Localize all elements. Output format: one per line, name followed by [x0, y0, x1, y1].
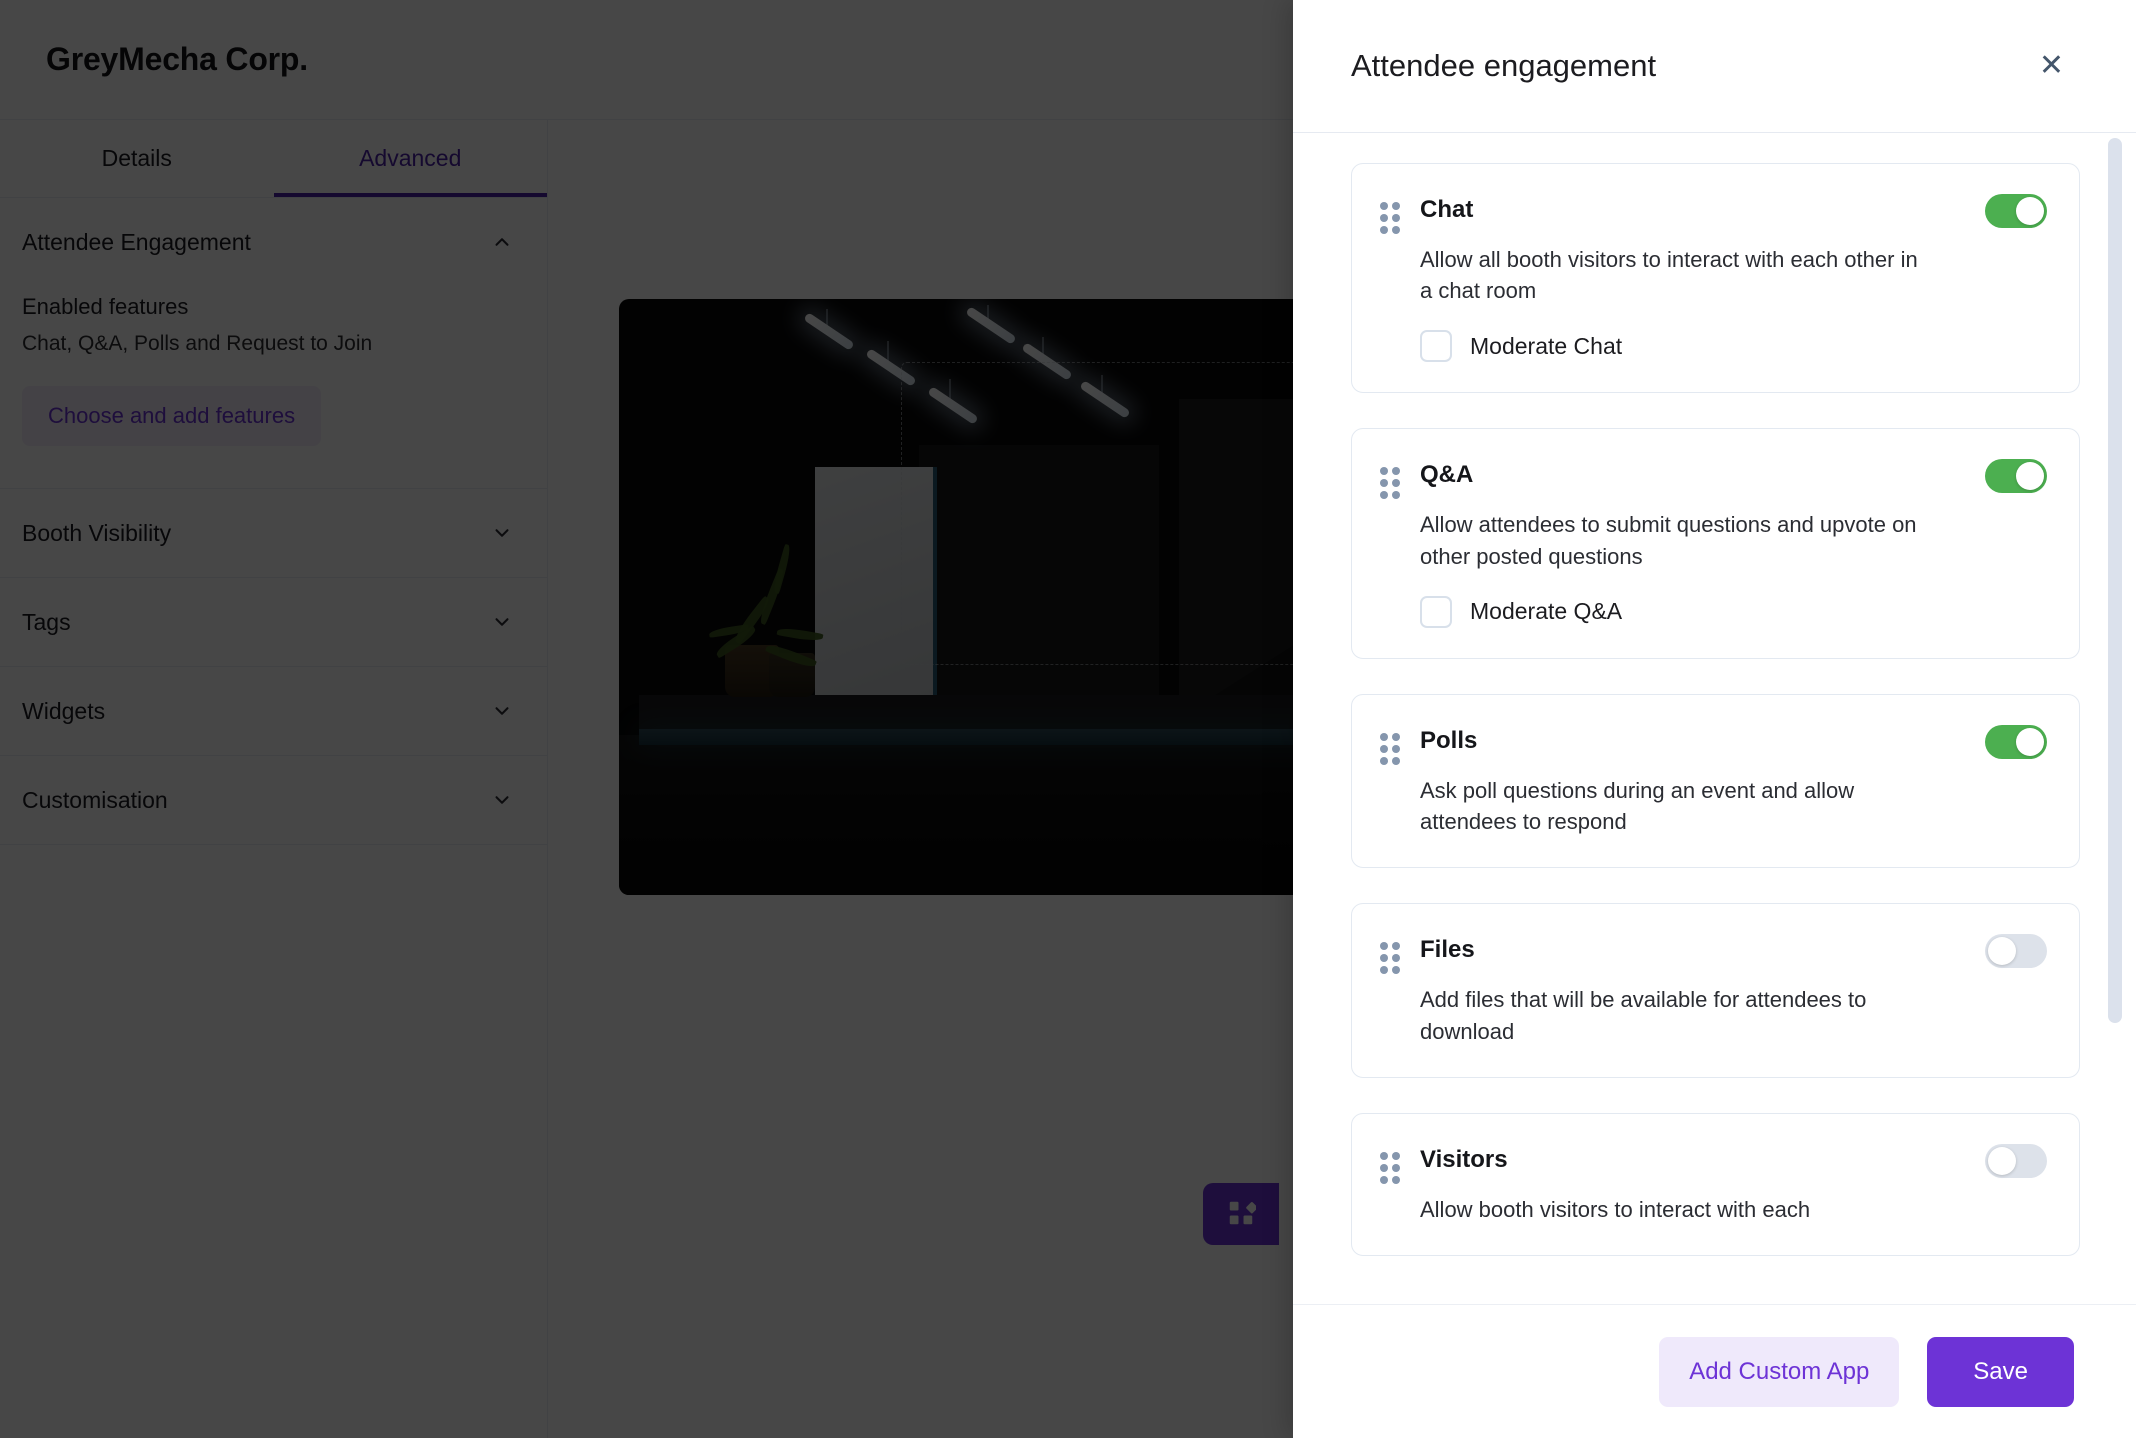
drag-handle-icon[interactable]	[1380, 1152, 1400, 1184]
moderate-qa-checkbox[interactable]	[1420, 596, 1452, 628]
feature-card-header: Files	[1420, 934, 2047, 968]
feature-card-body: Q&A Allow attendees to submit questions …	[1420, 459, 2047, 627]
feature-toggle-files[interactable]	[1985, 934, 2047, 968]
drawer-scrollbar[interactable]	[2108, 133, 2122, 1305]
feature-card-body: Visitors Allow booth visitors to interac…	[1420, 1144, 2047, 1225]
feature-card-chat: Chat Allow all booth visitors to interac…	[1351, 163, 2080, 393]
add-custom-app-button[interactable]: Add Custom App	[1659, 1337, 1899, 1407]
scrollbar-thumb[interactable]	[2108, 138, 2122, 1023]
feature-card-polls: Polls Ask poll questions during an event…	[1351, 694, 2080, 868]
feature-title: Visitors	[1420, 1144, 1508, 1174]
feature-toggle-visitors[interactable]	[1985, 1144, 2047, 1178]
scroll-fade	[1293, 1265, 2136, 1305]
modal-overlay[interactable]	[0, 0, 1293, 1438]
feature-card-qa: Q&A Allow attendees to submit questions …	[1351, 428, 2080, 658]
feature-description: Allow attendees to submit questions and …	[1420, 509, 1920, 571]
drawer-header: Attendee engagement ✕	[1293, 0, 2136, 133]
feature-card-header: Chat	[1420, 194, 2047, 228]
attendee-engagement-drawer: Attendee engagement ✕ Chat Allow all boo…	[1293, 0, 2136, 1438]
moderate-chat-row[interactable]: Moderate Chat	[1420, 330, 2047, 362]
feature-toggle-polls[interactable]	[1985, 725, 2047, 759]
feature-card-body: Files Add files that will be available f…	[1420, 934, 2047, 1046]
feature-card-header: Visitors	[1420, 1144, 2047, 1178]
close-icon[interactable]: ✕	[2033, 45, 2070, 87]
drawer-body[interactable]: Chat Allow all booth visitors to interac…	[1293, 133, 2136, 1305]
divider	[1293, 1304, 2136, 1305]
feature-title: Chat	[1420, 194, 1473, 224]
feature-card-files: Files Add files that will be available f…	[1351, 903, 2080, 1077]
feature-toggle-chat[interactable]	[1985, 194, 2047, 228]
feature-title: Q&A	[1420, 459, 1473, 489]
moderate-qa-row[interactable]: Moderate Q&A	[1420, 596, 2047, 628]
feature-title: Polls	[1420, 725, 1477, 755]
feature-title: Files	[1420, 934, 1475, 964]
feature-description: Add files that will be available for att…	[1420, 984, 1920, 1046]
drag-handle-icon[interactable]	[1380, 733, 1400, 765]
drawer-title: Attendee engagement	[1351, 48, 1656, 84]
drawer-footer: Add Custom App Save	[1293, 1305, 2136, 1438]
feature-card-visitors: Visitors Allow booth visitors to interac…	[1351, 1113, 2080, 1256]
drag-handle-icon[interactable]	[1380, 942, 1400, 974]
feature-description: Allow all booth visitors to interact wit…	[1420, 244, 1920, 306]
save-button[interactable]: Save	[1927, 1337, 2074, 1407]
feature-card-body: Chat Allow all booth visitors to interac…	[1420, 194, 2047, 362]
moderate-chat-label: Moderate Chat	[1470, 333, 1622, 360]
drag-handle-icon[interactable]	[1380, 202, 1400, 234]
feature-card-header: Q&A	[1420, 459, 2047, 493]
feature-card-list: Chat Allow all booth visitors to interac…	[1351, 163, 2080, 1256]
moderate-chat-checkbox[interactable]	[1420, 330, 1452, 362]
feature-description: Allow booth visitors to interact with ea…	[1420, 1194, 1920, 1225]
feature-description: Ask poll questions during an event and a…	[1420, 775, 1920, 837]
drag-handle-icon[interactable]	[1380, 467, 1400, 499]
feature-card-body: Polls Ask poll questions during an event…	[1420, 725, 2047, 837]
feature-card-header: Polls	[1420, 725, 2047, 759]
moderate-qa-label: Moderate Q&A	[1470, 598, 1622, 625]
feature-toggle-qa[interactable]	[1985, 459, 2047, 493]
